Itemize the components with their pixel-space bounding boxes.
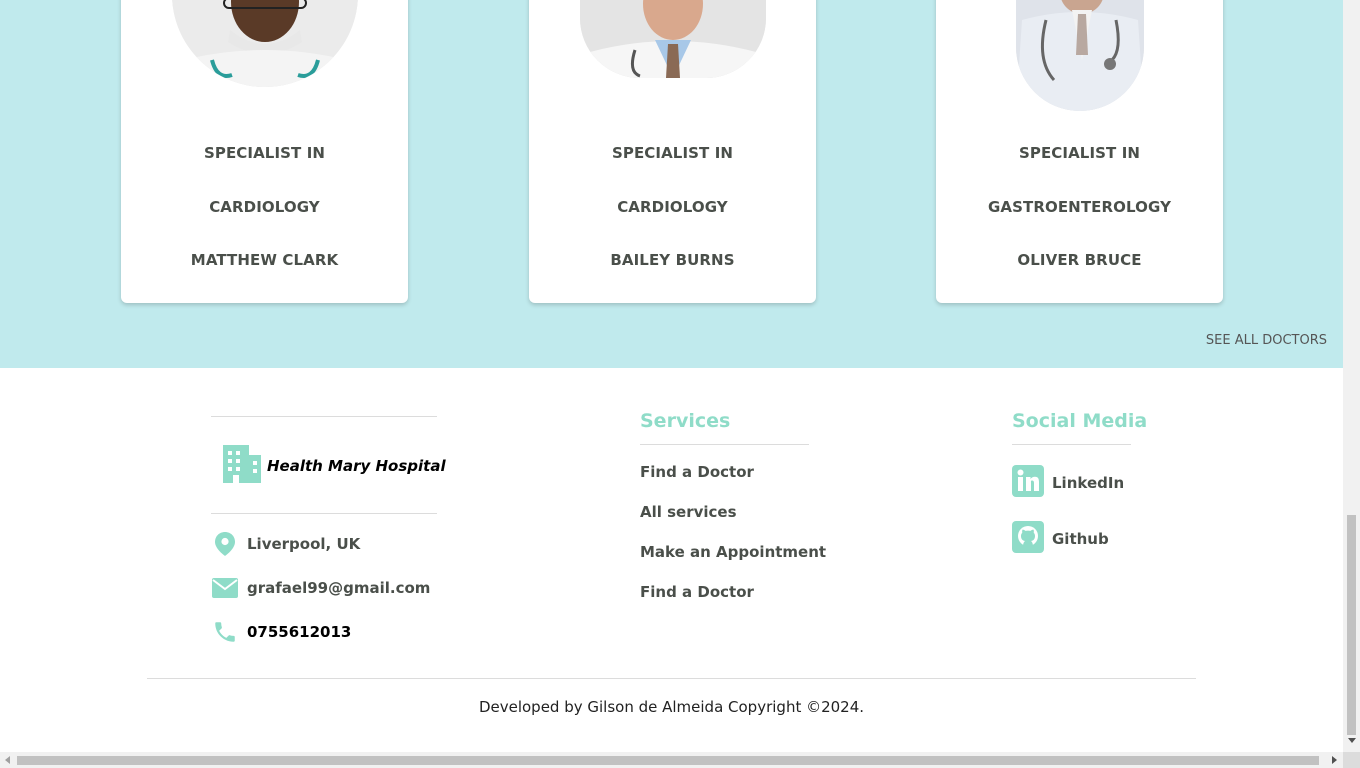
page-viewport: SPECIALIST IN CARDIOLOGY MATTHEW CLARK S… — [0, 0, 1343, 752]
scroll-down-arrow-icon[interactable] — [1348, 738, 1356, 743]
github-icon — [1012, 521, 1044, 557]
location-text: Liverpool, UK — [247, 535, 361, 553]
vertical-scrollbar[interactable] — [1343, 0, 1360, 752]
github-label: Github — [1052, 530, 1109, 548]
doctors-section: SPECIALIST IN CARDIOLOGY MATTHEW CLARK S… — [0, 0, 1343, 368]
divider — [1012, 444, 1131, 445]
contact-email[interactable]: grafael99@gmail.com — [211, 574, 430, 602]
social-link-linkedin[interactable]: LinkedIn — [1012, 465, 1124, 501]
see-all-doctors-link[interactable]: SEE ALL DOCTORS — [1206, 333, 1327, 348]
phone-text: 0755612013 — [247, 623, 352, 641]
doctor-specialty-prefix: SPECIALIST IN — [1018, 144, 1141, 162]
service-link-all-services[interactable]: All services — [640, 503, 737, 521]
doctor-specialty: CARDIOLOGY — [209, 198, 320, 216]
contact-location: Liverpool, UK — [211, 530, 360, 558]
scroll-right-arrow-icon[interactable] — [1332, 756, 1337, 764]
contact-phone[interactable]: 0755612013 — [211, 618, 351, 646]
footer-divider — [147, 678, 1196, 679]
service-link-make-appointment[interactable]: Make an Appointment — [640, 543, 826, 561]
social-link-github[interactable]: Github — [1012, 521, 1109, 557]
scroll-left-arrow-icon[interactable] — [5, 756, 10, 764]
service-link-find-doctor[interactable]: Find a Doctor — [640, 463, 754, 481]
copyright-text: Developed by Gilson de Almeida Copyright… — [478, 698, 865, 716]
doctor-card[interactable]: SPECIALIST IN GASTROENTEROLOGY OLIVER BR… — [936, 0, 1223, 303]
email-text: grafael99@gmail.com — [247, 579, 431, 597]
scrollbar-corner — [1343, 752, 1360, 768]
linkedin-label: LinkedIn — [1052, 474, 1125, 492]
doctor-specialty-prefix: SPECIALIST IN — [203, 144, 326, 162]
doctor-specialty: GASTROENTEROLOGY — [987, 198, 1172, 216]
doctor-name: OLIVER BRUCE — [1017, 251, 1142, 269]
doctor-name: MATTHEW CLARK — [190, 251, 339, 269]
mail-icon — [211, 574, 239, 602]
services-title: Services — [640, 410, 731, 432]
vertical-scrollbar-thumb[interactable] — [1347, 515, 1356, 735]
divider — [640, 444, 809, 445]
service-link-find-doctor[interactable]: Find a Doctor — [640, 583, 754, 601]
phone-icon — [211, 618, 239, 646]
doctor-photo — [1015, 0, 1144, 111]
doctor-card[interactable]: SPECIALIST IN CARDIOLOGY MATTHEW CLARK — [121, 0, 408, 303]
location-pin-icon — [211, 530, 239, 558]
divider — [211, 513, 437, 514]
doctor-specialty: CARDIOLOGY — [617, 198, 728, 216]
doctor-photo — [171, 0, 358, 87]
footer-brand[interactable]: Health Mary Hospital — [221, 443, 446, 489]
horizontal-scrollbar-thumb[interactable] — [17, 756, 1319, 765]
linkedin-icon — [1012, 465, 1044, 501]
doctor-specialty-prefix: SPECIALIST IN — [611, 144, 734, 162]
brand-name: Health Mary Hospital — [267, 457, 446, 475]
horizontal-scrollbar[interactable] — [0, 752, 1343, 768]
hospital-building-icon — [221, 443, 263, 489]
doctor-card[interactable]: SPECIALIST IN CARDIOLOGY BAILEY BURNS — [529, 0, 816, 303]
divider — [211, 416, 437, 417]
social-media-title: Social Media — [1012, 410, 1148, 432]
doctor-photo — [579, 0, 766, 78]
doctor-name: BAILEY BURNS — [610, 251, 735, 269]
